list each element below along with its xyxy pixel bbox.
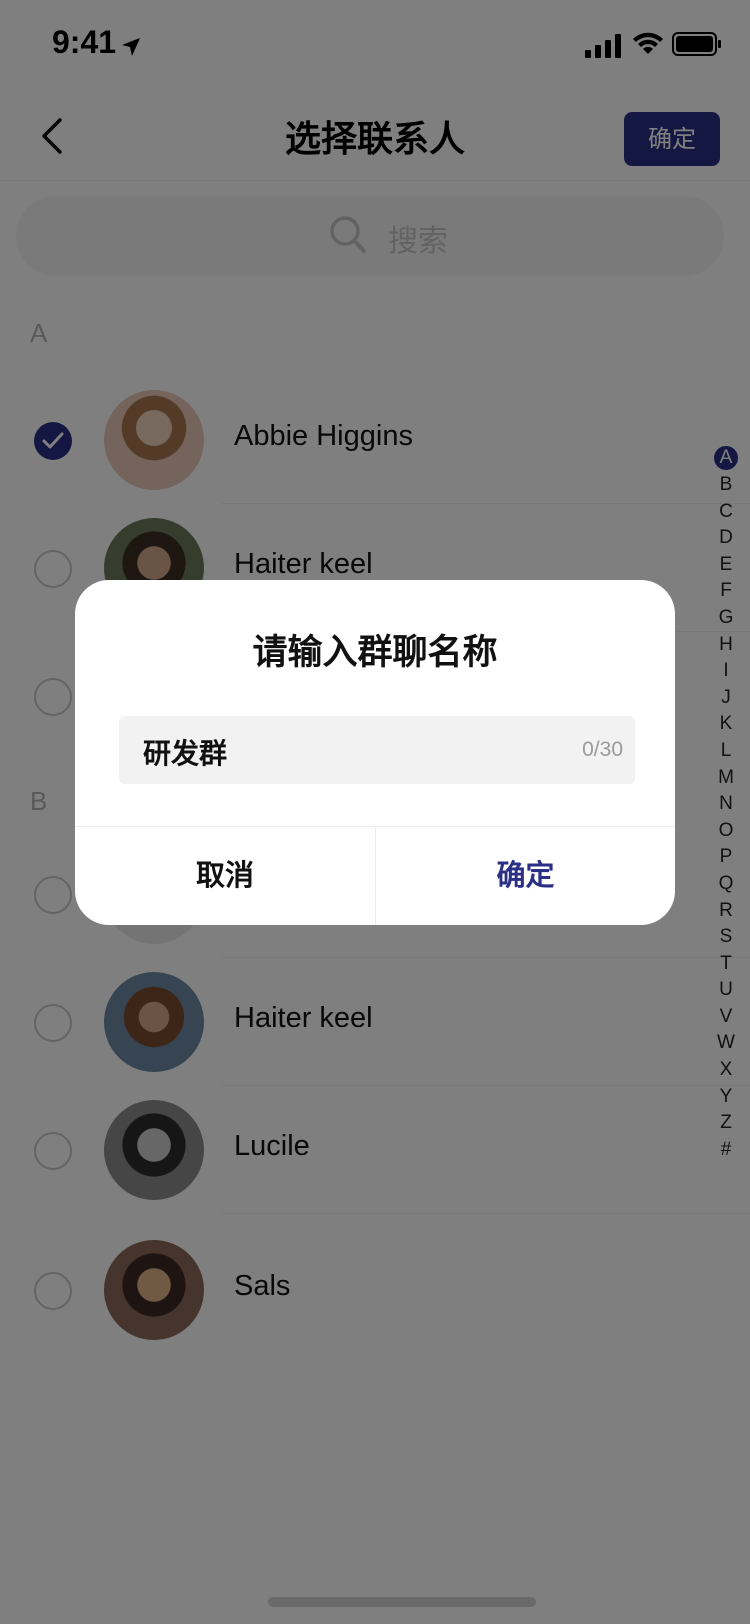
- dialog-title: 请输入群聊名称: [252, 633, 498, 673]
- contact-picker-screen: 9:41 选择联系人 确定: [0, 0, 750, 1624]
- home-indicator[interactable]: [268, 1597, 536, 1607]
- group-name-value: 研发群: [143, 737, 228, 770]
- ok-button[interactable]: 确定: [376, 826, 675, 925]
- char-counter: 0/30: [582, 738, 623, 761]
- group-name-input[interactable]: 研发群 0/30: [119, 716, 635, 784]
- cancel-button[interactable]: 取消: [75, 826, 375, 925]
- group-name-dialog: 请输入群聊名称 研发群 0/30 取消 确定: [75, 580, 675, 925]
